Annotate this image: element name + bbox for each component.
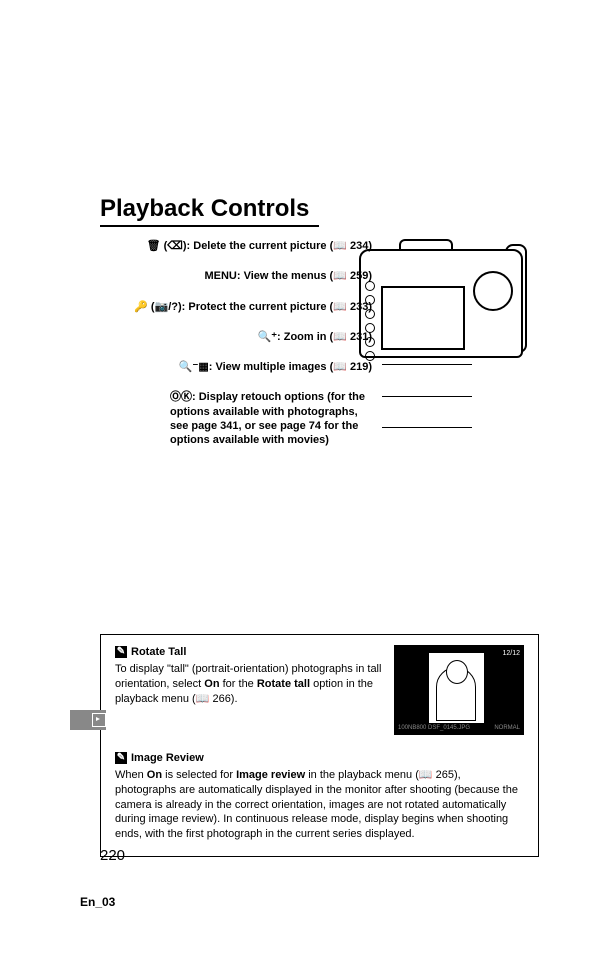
page-title: Playback Controls [100, 195, 319, 227]
rotate-tall-section: 12/12 100NB800 DSF_0145.JPG NORMAL ✎Rota… [115, 645, 524, 741]
note-icon: ✎ [115, 752, 127, 764]
controls-diagram: 🗑 (⌫): Delete the current picture (📖 234… [100, 239, 539, 519]
control-zoom-in: 🔍⁺: Zoom in (📖 231) [100, 330, 380, 344]
control-ok-retouch: ⓄⓀ: Display retouch options (for the opt… [100, 390, 380, 447]
note-icon: ✎ [115, 646, 127, 658]
playback-tab-icon [70, 710, 106, 730]
control-delete: 🗑 (⌫): Delete the current picture (📖 234… [100, 239, 380, 253]
page-number: 220 [100, 847, 125, 864]
control-thumbnails: 🔍⁻▦: View multiple images (📖 219) [100, 360, 380, 374]
control-menu: MENU: View the menus (📖 259) [100, 269, 380, 283]
image-review-section: ✎Image Review When On is selected for Im… [115, 751, 524, 842]
camera-illustration [359, 239, 519, 369]
rotate-tall-preview: 12/12 100NB800 DSF_0145.JPG NORMAL [394, 645, 524, 735]
info-box: 12/12 100NB800 DSF_0145.JPG NORMAL ✎Rota… [100, 634, 539, 857]
footer-code: En_03 [80, 895, 115, 909]
control-protect: 🔑 (📷/?): Protect the current picture (📖 … [100, 300, 380, 314]
